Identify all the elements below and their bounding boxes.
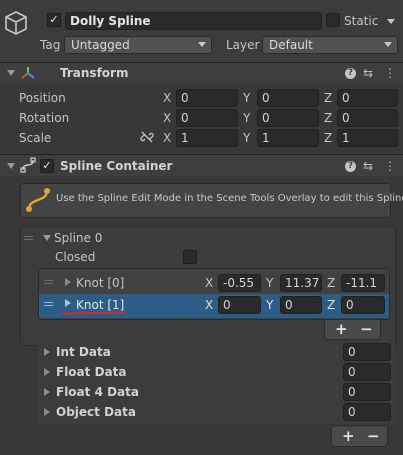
scale-label: Scale <box>19 131 52 145</box>
foldout-arrow-icon[interactable] <box>7 163 15 169</box>
spline-add-remove: + − <box>331 427 388 447</box>
static-dropdown-caret[interactable] <box>387 19 395 24</box>
rotation-y-label[interactable]: Y <box>243 110 250 126</box>
transform-title: Transform <box>60 66 129 80</box>
tag-label: Tag <box>40 38 61 52</box>
knot-0-x-input[interactable]: -0.55 <box>218 274 261 292</box>
rotation-x-label[interactable]: X <box>163 110 171 126</box>
position-y-input[interactable]: 0 <box>257 89 319 107</box>
tag-dropdown[interactable]: Untagged <box>64 36 212 54</box>
spline-container-enabled-checkbox[interactable]: ✓ <box>40 159 54 173</box>
add-spline-button[interactable]: + <box>342 428 355 444</box>
object-name-input[interactable]: Dolly Spline <box>65 12 322 30</box>
scale-z-input[interactable]: 1 <box>337 129 398 147</box>
rotation-label: Rotation <box>19 111 70 125</box>
knot-1-z-label[interactable]: Z <box>327 297 335 313</box>
info-text: Use the Spline Edit Mode in the Scene To… <box>56 193 403 204</box>
int-data-count[interactable]: 0 <box>343 343 391 361</box>
remove-spline-button[interactable]: − <box>367 428 380 444</box>
knot-0-z-input[interactable]: -11.1 <box>341 274 385 292</box>
static-checkbox[interactable] <box>326 13 340 27</box>
scale-x-label[interactable]: X <box>163 130 171 146</box>
tag-value: Untagged <box>71 38 130 52</box>
layer-value: Default <box>269 38 313 52</box>
foldout-arrow-icon[interactable] <box>65 299 71 307</box>
drag-handle-icon[interactable] <box>24 236 33 242</box>
spline-container-title: Spline Container <box>60 159 173 173</box>
scale-y-input[interactable]: 1 <box>257 129 319 147</box>
drag-handle-icon[interactable] <box>44 280 53 286</box>
layer-dropdown[interactable]: Default <box>262 36 398 54</box>
rotation-y-input[interactable]: 0 <box>257 109 319 127</box>
int-data-label[interactable]: Int Data <box>56 344 111 360</box>
position-z-input[interactable]: 0 <box>337 89 398 107</box>
rotation-x-input[interactable]: 0 <box>176 109 238 127</box>
chevron-down-icon <box>384 42 392 47</box>
spline-0-label[interactable]: Spline 0 <box>54 230 102 246</box>
knot-1-x-label[interactable]: X <box>205 297 213 313</box>
layer-label: Layer <box>226 38 260 52</box>
more-icon[interactable]: ⋮ <box>384 159 396 173</box>
scale-y-label[interactable]: Y <box>243 130 250 146</box>
position-z-label[interactable]: Z <box>324 90 332 106</box>
float4-data-label[interactable]: Float 4 Data <box>56 384 139 400</box>
knot-0-label[interactable]: Knot [0] <box>76 275 124 291</box>
transform-axes-icon <box>20 65 36 84</box>
presets-icon[interactable]: ⇆ <box>363 159 373 173</box>
knot-0-y-label[interactable]: Y <box>266 275 273 291</box>
knot-0-z-label[interactable]: Z <box>327 275 335 291</box>
drag-handle-icon[interactable] <box>44 302 53 308</box>
object-data-count[interactable]: 0 <box>343 403 391 421</box>
foldout-arrow-icon[interactable] <box>43 235 51 241</box>
active-checkbox[interactable]: ✓ <box>47 13 61 27</box>
position-y-label[interactable]: Y <box>243 90 250 106</box>
knot-0-x-label[interactable]: X <box>205 275 213 291</box>
scale-z-label[interactable]: Z <box>324 130 332 146</box>
static-label: Static <box>344 14 379 28</box>
foldout-arrow-icon[interactable] <box>44 348 50 356</box>
spline-component-icon <box>20 157 36 176</box>
spline-icon <box>24 186 52 217</box>
foldout-arrow-icon[interactable] <box>65 278 71 286</box>
position-x-label[interactable]: X <box>163 90 171 106</box>
float4-data-count[interactable]: 0 <box>343 383 391 401</box>
float-data-count[interactable]: 0 <box>343 363 391 381</box>
rotation-z-label[interactable]: Z <box>324 110 332 126</box>
remove-knot-button[interactable]: − <box>360 321 373 337</box>
knot-0-y-input[interactable]: 11.37 <box>280 274 322 292</box>
knot-1-z-input[interactable]: 0 <box>341 296 385 314</box>
help-icon[interactable]: ? <box>345 68 356 79</box>
more-icon[interactable]: ⋮ <box>384 66 396 80</box>
position-x-input[interactable]: 0 <box>176 89 238 107</box>
chevron-down-icon <box>198 42 206 47</box>
cube-icon <box>4 10 28 39</box>
presets-icon[interactable]: ⇆ <box>363 66 373 80</box>
rotation-z-input[interactable]: 0 <box>337 109 398 127</box>
position-label: Position <box>19 91 66 105</box>
foldout-arrow-icon[interactable] <box>44 408 50 416</box>
closed-label: Closed <box>55 250 96 264</box>
scale-x-input[interactable]: 1 <box>176 129 238 147</box>
foldout-arrow-icon[interactable] <box>7 70 15 76</box>
knot-1-y-label[interactable]: Y <box>266 297 273 313</box>
foldout-arrow-icon[interactable] <box>44 368 50 376</box>
knot-1-x-input[interactable]: 0 <box>218 296 261 314</box>
add-knot-button[interactable]: + <box>335 321 348 337</box>
knot-1-y-input[interactable]: 0 <box>280 296 322 314</box>
closed-checkbox[interactable] <box>183 250 197 264</box>
foldout-arrow-icon[interactable] <box>44 388 50 396</box>
link-scale-icon[interactable] <box>140 130 154 147</box>
help-icon[interactable]: ? <box>345 161 356 172</box>
float-data-label[interactable]: Float Data <box>56 364 126 380</box>
knot-add-remove: + − <box>324 320 381 340</box>
object-data-label[interactable]: Object Data <box>56 404 136 420</box>
